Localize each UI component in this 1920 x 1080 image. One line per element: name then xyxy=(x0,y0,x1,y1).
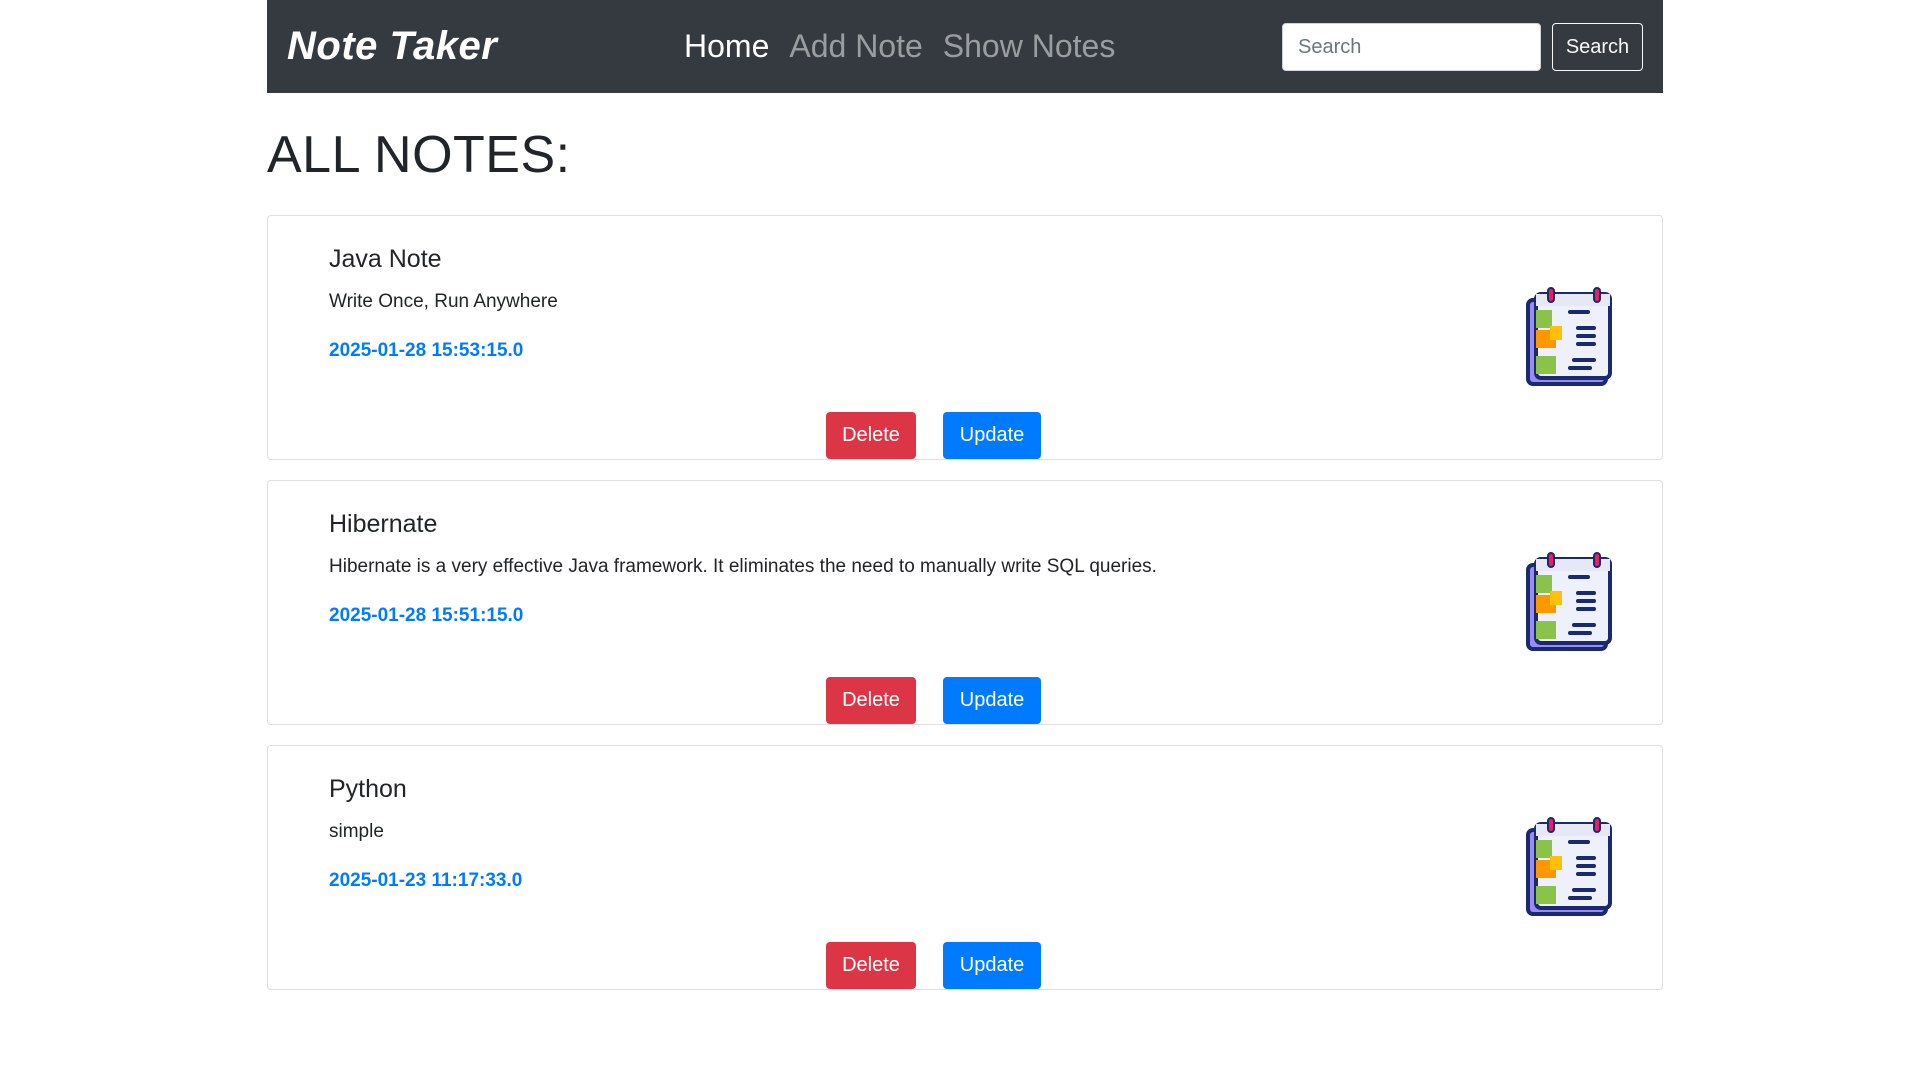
nav-link-home[interactable]: Home xyxy=(684,28,769,65)
note-card: Python simple 2025-01-23 11:17:33.0 Dele… xyxy=(267,745,1663,990)
nav-link-show-notes[interactable]: Show Notes xyxy=(943,28,1116,65)
note-content: Hibernate is a very effective Java frame… xyxy=(329,556,1157,577)
note-actions: Delete Update xyxy=(826,677,1041,724)
notes-list: Java Note Write Once, Run Anywhere 2025-… xyxy=(267,215,1663,990)
note-title: Hibernate xyxy=(329,510,438,538)
note-card-body: Python simple 2025-01-23 11:17:33.0 Dele… xyxy=(329,770,1499,989)
search-input[interactable] xyxy=(1282,23,1541,71)
page-title: ALL NOTES: xyxy=(267,126,571,184)
note-date: 2025-01-28 15:51:15.0 xyxy=(329,605,524,626)
note-date: 2025-01-28 15:53:15.0 xyxy=(329,340,524,361)
brand-logo[interactable]: Note Taker xyxy=(287,24,497,69)
note-card-body: Java Note Write Once, Run Anywhere 2025-… xyxy=(329,240,1499,459)
search-form: Search xyxy=(1282,23,1643,71)
navbar: Note Taker Home Add Note Show Notes Sear… xyxy=(267,0,1663,93)
note-card: Java Note Write Once, Run Anywhere 2025-… xyxy=(267,215,1663,460)
delete-button[interactable]: Delete xyxy=(826,942,916,989)
nav-links: Home Add Note Show Notes xyxy=(684,0,1115,93)
delete-button[interactable]: Delete xyxy=(826,677,916,724)
note-title: Java Note xyxy=(329,245,442,273)
update-button[interactable]: Update xyxy=(943,677,1041,724)
note-card: Hibernate Hibernate is a very effective … xyxy=(267,480,1663,725)
notepad-checklist-icon xyxy=(1526,552,1612,651)
note-content: Write Once, Run Anywhere xyxy=(329,291,558,312)
search-button[interactable]: Search xyxy=(1552,23,1643,71)
update-button[interactable]: Update xyxy=(943,942,1041,989)
page-container: Note Taker Home Add Note Show Notes Sear… xyxy=(267,0,1663,1010)
nav-link-add-note[interactable]: Add Note xyxy=(789,28,922,65)
note-date: 2025-01-23 11:17:33.0 xyxy=(329,870,523,891)
delete-button[interactable]: Delete xyxy=(826,412,916,459)
note-actions: Delete Update xyxy=(826,412,1041,459)
notepad-checklist-icon xyxy=(1526,287,1612,386)
update-button[interactable]: Update xyxy=(943,412,1041,459)
note-title: Python xyxy=(329,775,407,803)
note-content: simple xyxy=(329,821,384,842)
note-actions: Delete Update xyxy=(826,942,1041,989)
notepad-checklist-icon xyxy=(1526,817,1612,916)
note-card-body: Hibernate Hibernate is a very effective … xyxy=(329,505,1499,724)
